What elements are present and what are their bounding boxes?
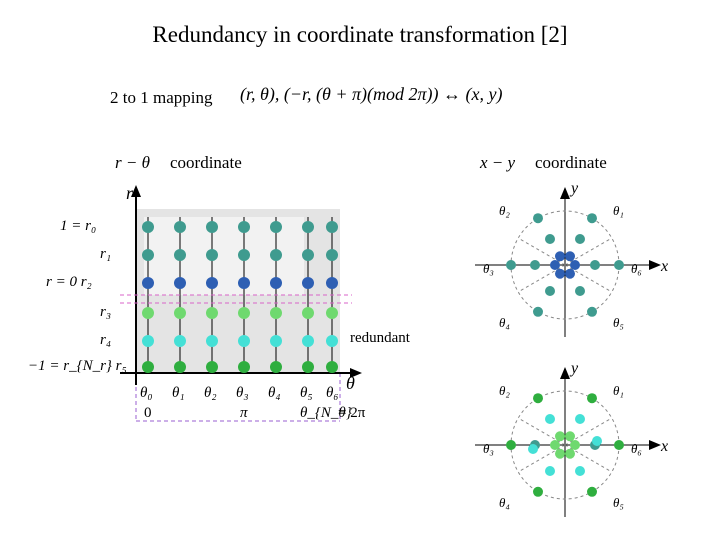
right-coord-header: coordinate bbox=[535, 153, 607, 173]
svg-text:θ₂: θ₂ bbox=[499, 383, 510, 398]
left-coord-prefix: r − θ bbox=[115, 153, 150, 173]
svg-text:θ₁: θ₁ bbox=[613, 383, 624, 398]
svg-text:θ₄: θ₄ bbox=[268, 385, 281, 401]
svg-text:θ₄: θ₄ bbox=[499, 495, 510, 510]
svg-text:θ₆: θ₆ bbox=[631, 441, 642, 456]
svg-text:θ₆: θ₆ bbox=[326, 385, 339, 401]
page-title: Redundancy in coordinate transformation … bbox=[0, 22, 720, 48]
left-coord-header: coordinate bbox=[170, 153, 242, 173]
mapping-equation: (r, θ), (−r, (θ + π)(mod 2π)) ↔ (x, y) bbox=[240, 84, 502, 105]
r-label-1: r₁ bbox=[100, 246, 111, 263]
svg-text:θ₀: θ₀ bbox=[140, 385, 153, 401]
svg-text:θ₁: θ₁ bbox=[172, 385, 185, 401]
svg-text:θ₃: θ₃ bbox=[236, 385, 249, 401]
svg-text:y: y bbox=[569, 360, 579, 377]
svg-text:x: x bbox=[660, 438, 668, 455]
r-label-3: r₃ bbox=[100, 304, 111, 321]
r-label-2: r = 0 r₂ bbox=[46, 274, 92, 291]
svg-text:x: x bbox=[660, 258, 668, 275]
svg-text:θ₁: θ₁ bbox=[613, 203, 624, 218]
svg-text:θ: θ bbox=[346, 373, 355, 393]
xy-circle-upper: x y θ₁ θ₂ θ₃ θ₄ θ₅ θ₆ bbox=[455, 180, 675, 350]
svg-text:0: 0 bbox=[144, 405, 152, 421]
svg-text:θ₂: θ₂ bbox=[499, 203, 510, 218]
r-label-0: 1 = r₀ bbox=[60, 218, 96, 235]
svg-text:θ₅: θ₅ bbox=[300, 385, 313, 401]
svg-text:y: y bbox=[569, 180, 579, 197]
redundant-label: redundant bbox=[350, 330, 410, 347]
svg-text:θ₆: θ₆ bbox=[631, 261, 642, 276]
svg-text:θ₅: θ₅ bbox=[613, 315, 624, 330]
svg-text:θ₃: θ₃ bbox=[483, 261, 494, 276]
svg-text:r: r bbox=[126, 185, 134, 203]
svg-text:π: π bbox=[240, 405, 248, 421]
svg-text:θ₅: θ₅ bbox=[613, 495, 624, 510]
right-coord-prefix: x − y bbox=[480, 153, 515, 173]
r-label-4: r₄ bbox=[100, 332, 111, 349]
xy-circle-lower: x y θ₁ θ₂ θ₃ θ₄ θ₅ θ₆ bbox=[455, 360, 675, 530]
mapping-label: 2 to 1 mapping bbox=[110, 88, 212, 108]
svg-text:θ₄: θ₄ bbox=[499, 315, 510, 330]
svg-text:θ₂: θ₂ bbox=[204, 385, 217, 401]
svg-text:= 2π: = 2π bbox=[338, 405, 366, 421]
r-label-5: −1 = r_{N_r} r₅ bbox=[28, 358, 127, 375]
svg-text:θ₃: θ₃ bbox=[483, 441, 494, 456]
